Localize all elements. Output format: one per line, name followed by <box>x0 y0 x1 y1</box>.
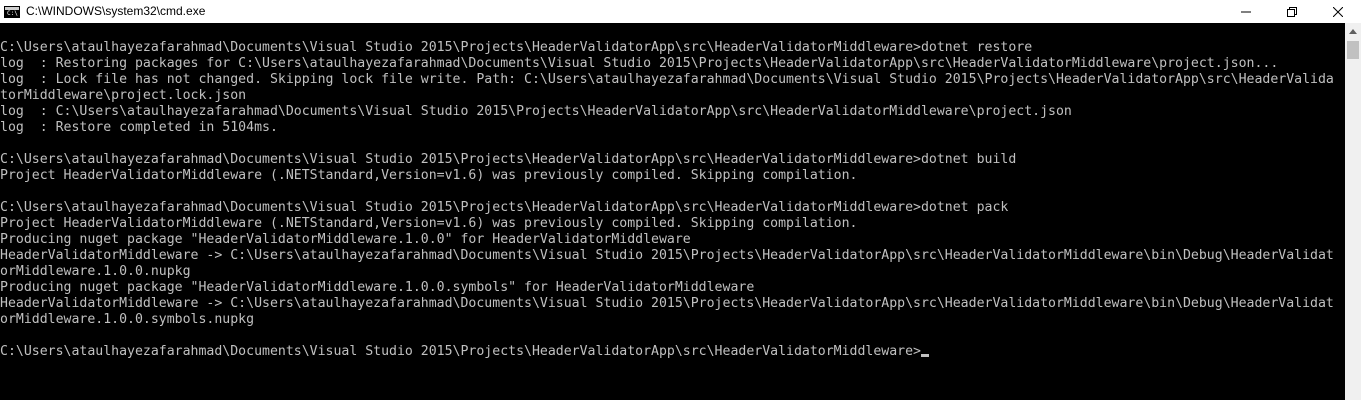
restore-button[interactable] <box>1269 0 1315 23</box>
console-line: log : Lock file has not changed. Skippin… <box>0 72 1334 88</box>
console-line: Producing nuget package "HeaderValidator… <box>0 280 1334 296</box>
cmd-icon: C:\ <box>4 5 20 18</box>
text-cursor <box>921 354 929 357</box>
console-line: C:\Users\ataulhayezafarahmad\Documents\V… <box>0 200 1334 216</box>
title-bar[interactable]: C:\ C:\WINDOWS\system32\cmd.exe <box>0 0 1361 23</box>
console-line-text: torMiddleware\project.lock.json <box>0 88 247 103</box>
console-line-text: log : Lock file has not changed. Skippin… <box>0 72 1334 87</box>
console-line-text: log : Restoring packages for C:\Users\at… <box>0 56 1279 71</box>
close-button[interactable] <box>1315 0 1361 23</box>
console-line-text: Project HeaderValidatorMiddleware (.NETS… <box>0 216 858 231</box>
restore-icon <box>1287 6 1297 17</box>
console-line: log : Restore completed in 5104ms. <box>0 120 1334 136</box>
scroll-thumb[interactable] <box>1347 41 1359 59</box>
window-title: C:\WINDOWS\system32\cmd.exe <box>26 4 206 18</box>
console-line: Project HeaderValidatorMiddleware (.NETS… <box>0 168 1334 184</box>
console-line: torMiddleware\project.lock.json <box>0 88 1334 104</box>
minimize-button[interactable] <box>1223 0 1269 23</box>
console-line-text: Project HeaderValidatorMiddleware (.NETS… <box>0 168 858 183</box>
console-line: log : Restoring packages for C:\Users\at… <box>0 56 1334 72</box>
console-line-text: orMiddleware.1.0.0.symbols.nupkg <box>0 312 255 327</box>
minimize-icon <box>1241 11 1251 12</box>
console-output[interactable]: C:\Users\ataulhayezafarahmad\Documents\V… <box>0 23 1345 400</box>
console-line-text: HeaderValidatorMiddleware -> C:\Users\at… <box>0 248 1334 263</box>
console-line-text: Producing nuget package "HeaderValidator… <box>0 232 691 247</box>
console-line-text: log : C:\Users\ataulhayezafarahmad\Docum… <box>0 104 1072 119</box>
console-line: C:\Users\ataulhayezafarahmad\Documents\V… <box>0 344 1334 360</box>
scroll-up-button[interactable] <box>1345 23 1361 40</box>
console-line-text: Producing nuget package "HeaderValidator… <box>0 280 755 295</box>
console-line: C:\Users\ataulhayezafarahmad\Documents\V… <box>0 40 1334 56</box>
console-line-text: C:\Users\ataulhayezafarahmad\Documents\V… <box>0 200 1009 215</box>
console-line-text: C:\Users\ataulhayezafarahmad\Documents\V… <box>0 152 1017 167</box>
console-line-text: HeaderValidatorMiddleware -> C:\Users\at… <box>0 296 1334 311</box>
console-line: Project HeaderValidatorMiddleware (.NETS… <box>0 216 1334 232</box>
close-icon <box>1333 6 1343 17</box>
console-line: Producing nuget package "HeaderValidator… <box>0 232 1334 248</box>
console-line-text: orMiddleware.1.0.0.nupkg <box>0 264 191 279</box>
console-line-text: C:\Users\ataulhayezafarahmad\Documents\V… <box>0 344 921 359</box>
console-line: HeaderValidatorMiddleware -> C:\Users\at… <box>0 296 1334 312</box>
console-line: orMiddleware.1.0.0.nupkg <box>0 264 1334 280</box>
console-lines: C:\Users\ataulhayezafarahmad\Documents\V… <box>0 40 1334 360</box>
vertical-scrollbar[interactable] <box>1345 23 1361 400</box>
console-line: log : C:\Users\ataulhayezafarahmad\Docum… <box>0 104 1334 120</box>
console-line: orMiddleware.1.0.0.symbols.nupkg <box>0 312 1334 328</box>
console-line-text: C:\Users\ataulhayezafarahmad\Documents\V… <box>0 40 1033 55</box>
window-controls <box>1223 0 1361 23</box>
console-line: HeaderValidatorMiddleware -> C:\Users\at… <box>0 248 1334 264</box>
chevron-up-icon <box>1349 29 1357 34</box>
console-line-text: log : Restore completed in 5104ms. <box>0 120 278 135</box>
console-line: C:\Users\ataulhayezafarahmad\Documents\V… <box>0 152 1334 168</box>
